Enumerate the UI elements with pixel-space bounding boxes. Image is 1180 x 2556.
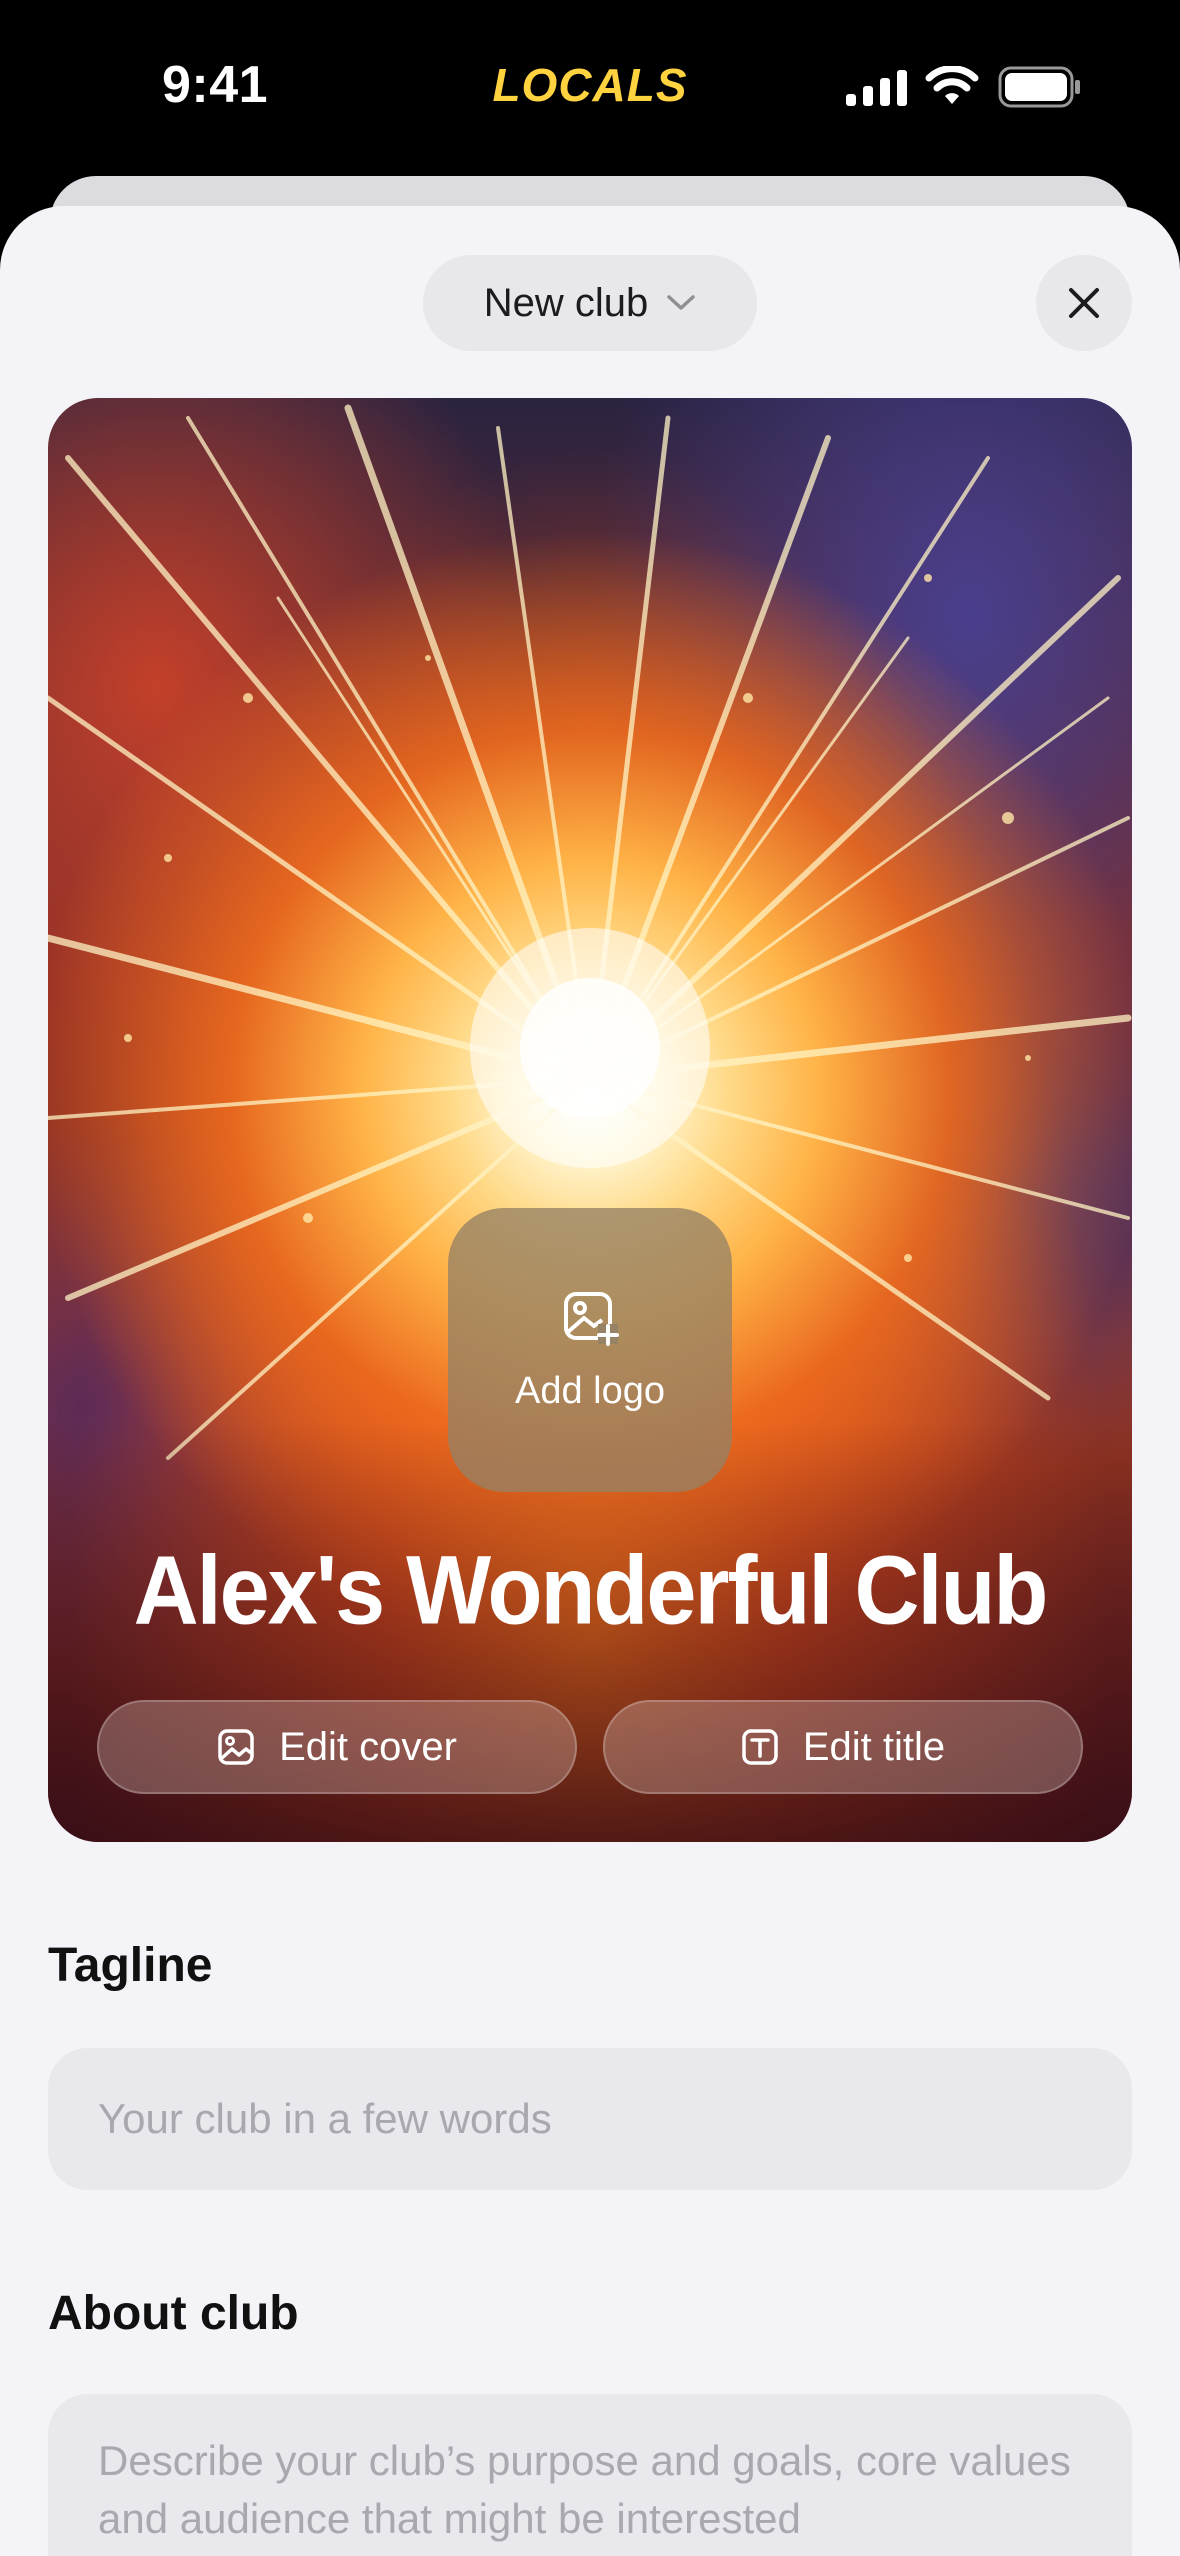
club-type-dropdown[interactable]: New club	[423, 255, 757, 351]
club-type-label: New club	[483, 280, 649, 325]
text-icon	[742, 1729, 778, 1765]
add-logo-label: Add logo	[514, 1369, 665, 1412]
edit-title-label: Edit title	[802, 1724, 946, 1769]
about-club-label: About club	[48, 2287, 299, 2340]
about-club-input[interactable]	[48, 2394, 1132, 2556]
screen: 9:41 LOCALS New club Add logo Alex's Won…	[0, 0, 1180, 2556]
add-image-icon	[564, 1291, 619, 1346]
close-button[interactable]	[1036, 255, 1132, 351]
add-logo-button[interactable]: Add logo	[448, 1208, 732, 1492]
chevron-down-icon	[667, 295, 695, 310]
tagline-input[interactable]	[48, 2048, 1132, 2190]
status-bar: 9:41 LOCALS	[0, 0, 1180, 170]
image-icon	[218, 1729, 254, 1765]
tagline-label: Tagline	[48, 1939, 213, 1992]
signal-icon	[846, 70, 907, 106]
close-icon	[1069, 288, 1099, 318]
edit-title-button[interactable]: Edit title	[603, 1700, 1083, 1794]
edit-cover-button[interactable]: Edit cover	[97, 1700, 577, 1794]
edit-cover-label: Edit cover	[279, 1724, 457, 1769]
wifi-icon	[925, 66, 979, 104]
battery-icon	[998, 66, 1080, 108]
club-title: Alex's Wonderful Club	[133, 1536, 1049, 1645]
